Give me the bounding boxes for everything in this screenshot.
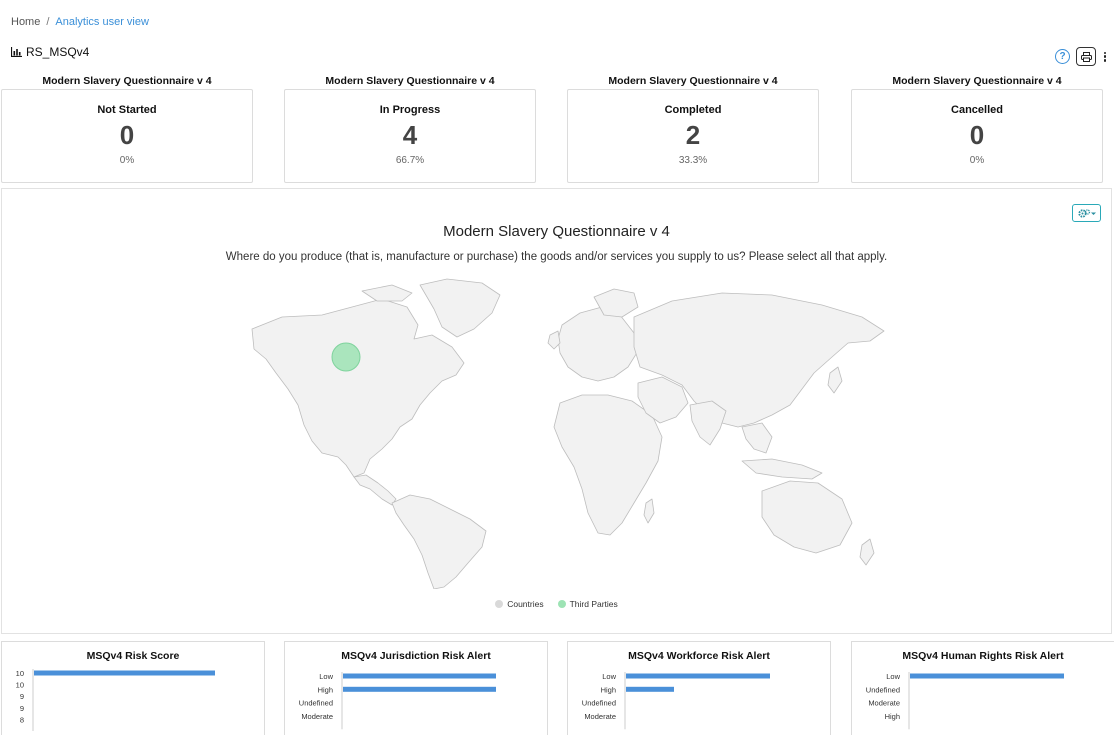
bar	[343, 673, 496, 679]
category-tick-label: 10	[16, 681, 24, 690]
gears-dropdown-icon	[1077, 208, 1096, 218]
legend-item-countries[interactable]: Countries	[495, 599, 544, 609]
stat-percent: 66.7%	[395, 155, 425, 166]
stat-card[interactable]: Cancelled 0 0%	[851, 89, 1103, 183]
chart-settings-button[interactable]	[1072, 204, 1101, 222]
print-button[interactable]	[1076, 47, 1096, 66]
category-tick-label: Moderate	[868, 699, 900, 708]
world-map	[251, 278, 885, 589]
map-region-north-america	[251, 298, 465, 478]
map-region-new-zealand	[859, 538, 875, 566]
stat-percent: 33.3%	[678, 155, 708, 166]
bar	[626, 686, 674, 692]
category-tick-label: Low	[886, 672, 900, 681]
stat-not-started: Modern Slavery Questionnaire v 4 Not Sta…	[1, 75, 253, 183]
map-region-central-america	[353, 474, 397, 506]
chart-title: MSQv4 Human Rights Risk Alert	[902, 650, 1064, 662]
map-region-india	[689, 400, 727, 446]
stat-label: Completed	[664, 104, 722, 116]
map-region-japan	[827, 366, 843, 394]
stat-card[interactable]: Not Started 0 0%	[1, 89, 253, 183]
jurisdiction-risk-card: MSQv4 Jurisdiction Risk Alert Low High Und…	[284, 641, 548, 735]
bar	[34, 670, 215, 676]
stat-header: Modern Slavery Questionnaire v 4	[42, 75, 212, 87]
map-region-arctic-islands	[361, 284, 413, 302]
map-subtitle: Where do you produce (that is, manufactu…	[225, 251, 888, 263]
map-region-southeast-asia	[741, 422, 773, 454]
stat-value: 0	[969, 120, 985, 150]
map-title: Modern Slavery Questionnaire v 4	[443, 223, 670, 240]
print-icon	[1080, 51, 1092, 62]
stat-cancelled: Modern Slavery Questionnaire v 4 Cancell…	[851, 75, 1103, 183]
risk-score-chart: 10 10 9 9 8	[16, 669, 215, 731]
third-party-bubble	[331, 342, 361, 372]
legend-label: Countries	[507, 599, 544, 609]
stat-value: 0	[119, 120, 135, 150]
category-tick-label: High	[601, 685, 616, 694]
map-region-greenland	[419, 278, 501, 338]
jurisdiction-risk-chart: Low High Undefined Moderate	[299, 672, 496, 730]
chart-title: MSQv4 Workforce Risk Alert	[628, 650, 770, 662]
bar	[626, 673, 770, 679]
map-panel: Modern Slavery Questionnaire v 4 Where d…	[1, 188, 1112, 634]
category-tick-label: 10	[16, 669, 24, 678]
bar	[343, 686, 496, 692]
stat-value: 4	[402, 120, 418, 150]
category-tick-label: Moderate	[584, 712, 616, 721]
map-region-south-america	[391, 494, 487, 589]
category-tick-label: Low	[602, 672, 616, 681]
workforce-risk-chart: Low High Undefined Moderate	[582, 672, 770, 730]
category-tick-label: 8	[20, 715, 24, 724]
stat-completed: Modern Slavery Questionnaire v 4 Complet…	[567, 75, 819, 183]
map-region-australia	[761, 480, 853, 554]
stat-percent: 0%	[119, 155, 135, 166]
stat-label: In Progress	[379, 104, 441, 116]
bar-chart-icon	[11, 47, 22, 57]
legend-label: Third Parties	[569, 599, 618, 609]
stat-header: Modern Slavery Questionnaire v 4	[608, 75, 778, 87]
category-tick-label: High	[885, 712, 900, 721]
stat-label: Not Started	[97, 104, 157, 116]
stat-in-progress: Modern Slavery Questionnaire v 4 In Prog…	[284, 75, 536, 183]
map-region-uk	[547, 330, 561, 350]
human-rights-risk-chart: Low Undefined Moderate High	[866, 672, 1064, 730]
category-tick-label: Low	[319, 672, 333, 681]
bar	[910, 673, 1064, 679]
top-toolbar: ?	[1055, 47, 1108, 66]
category-tick-label: Undefined	[866, 685, 900, 694]
category-tick-label: 9	[20, 704, 24, 713]
stat-value: 2	[685, 120, 701, 150]
breadcrumb: Home / Analytics user view	[11, 16, 149, 28]
breadcrumb-current[interactable]: Analytics user view	[55, 16, 149, 28]
help-circle-icon[interactable]: ?	[1055, 49, 1070, 64]
workforce-risk-card: MSQv4 Workforce Risk Alert Low High Undefi…	[567, 641, 831, 735]
map-region-indonesia	[741, 458, 823, 480]
legend-marker	[557, 600, 566, 608]
stat-card[interactable]: Completed 2 33.3%	[567, 89, 819, 183]
human-rights-risk-card: MSQv4 Human Rights Risk Alert Low Undefin…	[851, 641, 1114, 735]
map-region-madagascar	[643, 498, 655, 524]
chart-title: MSQv4 Jurisdiction Risk Alert	[341, 650, 491, 662]
map-region-europe	[557, 306, 639, 382]
stat-header: Modern Slavery Questionnaire v 4	[892, 75, 1062, 87]
risk-score-card: MSQv4 Risk Score 10 10 9 9 8	[1, 641, 265, 735]
stat-percent: 0%	[969, 155, 985, 166]
category-tick-label: Undefined	[582, 699, 616, 708]
legend-item-third-parties[interactable]: Third Parties	[557, 599, 618, 609]
map-legend: Countries Third Parties	[2, 599, 1111, 609]
page-title: RS_MSQv4	[11, 45, 89, 59]
category-tick-label: 9	[20, 692, 24, 701]
stat-card[interactable]: In Progress 4 66.7%	[284, 89, 536, 183]
legend-marker	[495, 600, 504, 608]
category-tick-label: Moderate	[301, 712, 333, 721]
breadcrumb-separator: /	[46, 16, 50, 28]
chart-title: MSQv4 Risk Score	[86, 650, 180, 662]
category-tick-label: High	[318, 685, 333, 694]
category-tick-label: Undefined	[299, 699, 333, 708]
page-title-text: RS_MSQv4	[26, 45, 90, 59]
stat-label: Cancelled	[951, 104, 1003, 116]
stat-header: Modern Slavery Questionnaire v 4	[325, 75, 495, 87]
breadcrumb-home[interactable]: Home	[11, 16, 40, 28]
kebab-menu-icon[interactable]	[1102, 50, 1108, 64]
